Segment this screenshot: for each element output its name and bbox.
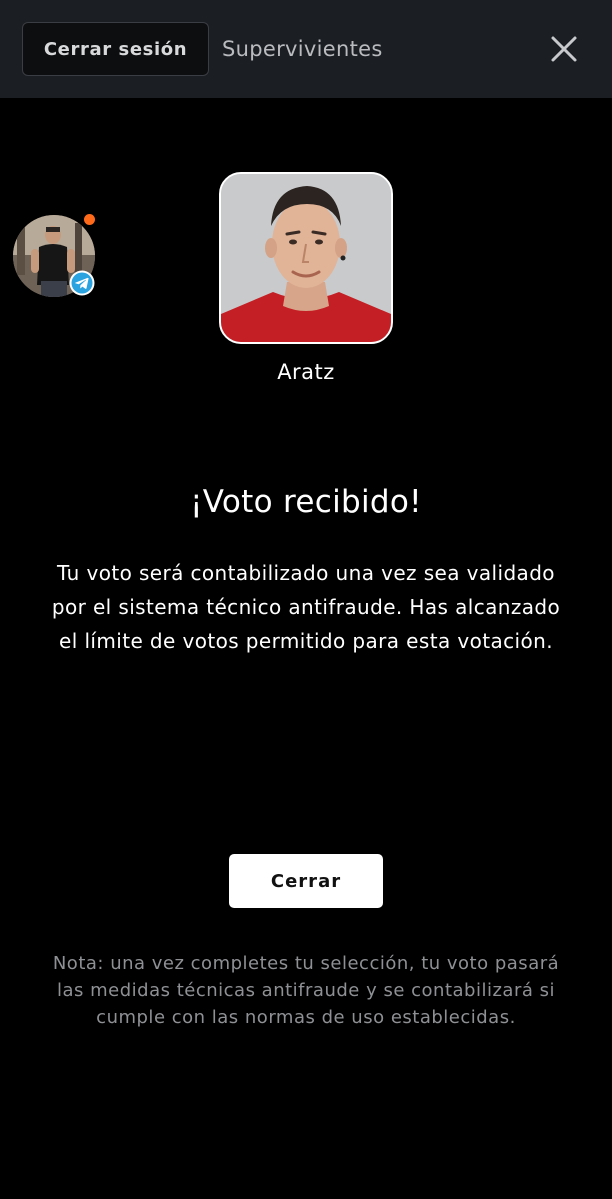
close-icon[interactable] [548,33,580,65]
telegram-icon [69,270,95,296]
candidate-portrait [221,174,391,342]
fraud-note: Nota: una vez completes tu selección, tu… [52,953,560,1028]
vote-received-heading: ¡Voto recibido! [190,484,422,520]
page-title: Supervivientes [222,37,383,61]
vote-message: Tu voto será contabilizado una vez sea v… [51,561,561,653]
notification-dot [84,214,95,225]
logout-button[interactable]: Cerrar sesión [22,22,209,76]
close-button[interactable]: Cerrar [229,854,383,908]
vote-confirmation-page: Cerrar sesión Supervivientes Aratz ¡Voto… [0,0,612,1199]
floating-chat-avatar[interactable] [13,214,95,297]
candidate-name: Aratz [277,360,335,384]
candidate-photo [219,172,393,344]
top-bar: Cerrar sesión Supervivientes [0,0,612,98]
